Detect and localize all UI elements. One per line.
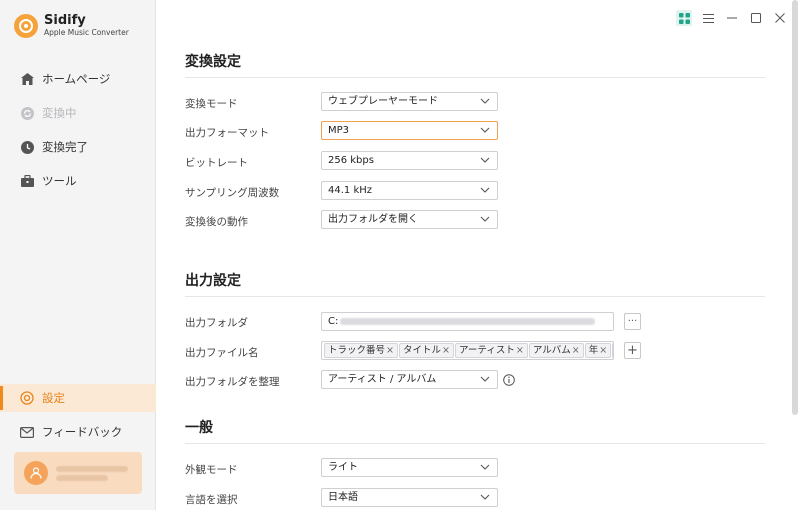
chevron-down-icon — [480, 376, 490, 382]
user-account-card[interactable] — [14, 452, 142, 494]
format-value: MP3 — [328, 125, 350, 136]
mode-select[interactable]: ウェブプレーヤーモード — [321, 92, 498, 111]
sidebar-item-settings[interactable]: 設定 — [0, 384, 156, 412]
mail-icon — [20, 425, 34, 439]
clock-icon — [20, 140, 34, 154]
home-icon — [20, 72, 34, 86]
chevron-down-icon — [480, 494, 490, 500]
after-conversion-select[interactable]: 出力フォルダを開く — [321, 210, 498, 229]
avatar — [24, 461, 48, 485]
sync-icon — [20, 106, 34, 120]
sidebar: Sidify Apple Music Converter ホームページ 変換中 … — [0, 0, 156, 510]
remove-tag-icon[interactable]: × — [386, 345, 394, 356]
sidebar-item-converting[interactable]: 変換中 — [0, 99, 156, 127]
divider — [185, 443, 765, 444]
brand: Sidify Apple Music Converter — [14, 14, 129, 38]
samplerate-label: サンプリング周波数 — [185, 187, 280, 199]
output-folder-value: C: — [328, 316, 339, 327]
samplerate-value: 44.1 kHz — [328, 185, 373, 196]
language-select[interactable]: 日本語 — [321, 488, 498, 507]
filename-tag[interactable]: アルバム× — [528, 343, 584, 358]
general-settings-title: 一般 — [185, 420, 213, 436]
filename-tag[interactable]: トラック番号× — [324, 343, 398, 358]
format-label: 出力フォーマット — [185, 127, 269, 139]
sidebar-item-label: フィードバック — [42, 425, 123, 439]
brand-name: Sidify — [44, 13, 86, 28]
divider — [185, 77, 765, 78]
sidebar-item-label: ホームページ — [42, 72, 111, 86]
sidify-logo-icon — [14, 14, 38, 38]
language-label: 言語を選択 — [185, 494, 238, 506]
chevron-down-icon — [480, 187, 490, 193]
ellipsis-icon: ··· — [627, 316, 638, 327]
appearance-value: ライト — [328, 462, 358, 473]
samplerate-select[interactable]: 44.1 kHz — [321, 181, 498, 200]
settings-icon — [20, 391, 34, 405]
sidebar-item-feedback[interactable]: フィードバック — [0, 418, 156, 446]
output-filename-label: 出力ファイル名 — [185, 347, 259, 359]
language-value: 日本語 — [328, 492, 358, 503]
chevron-down-icon — [480, 127, 490, 133]
toolbox-icon — [20, 174, 34, 188]
chevron-down-icon — [480, 216, 490, 222]
plus-icon: + — [627, 343, 638, 358]
sidebar-item-tools[interactable]: ツール — [0, 167, 156, 195]
sidebar-item-converted[interactable]: 変換完了 — [0, 133, 156, 161]
sidebar-item-label: 変換中 — [42, 106, 77, 120]
add-filename-tag-button[interactable]: + — [624, 342, 641, 359]
sidebar-item-home[interactable]: ホームページ — [0, 65, 156, 93]
output-settings-title: 出力設定 — [185, 273, 241, 289]
user-email-redacted — [56, 463, 128, 484]
filename-tag[interactable]: アーティスト× — [454, 343, 528, 358]
brand-subtitle: Apple Music Converter — [44, 28, 129, 37]
remove-tag-icon[interactable]: × — [599, 345, 607, 356]
settings-panel: 変換設定 変換モード ウェブプレーヤーモード 出力フォーマット MP3 ビットレ… — [156, 0, 788, 510]
chevron-down-icon — [480, 157, 490, 163]
output-filename-tags[interactable]: トラック番号×タイトル×アーティスト×アルバム×年×プ — [321, 341, 614, 360]
mode-value: ウェブプレーヤーモード — [328, 96, 438, 107]
appearance-select[interactable]: ライト — [321, 458, 498, 477]
remove-tag-icon[interactable]: × — [572, 345, 580, 356]
chevron-down-icon — [480, 464, 490, 470]
output-folder-input[interactable]: C: — [321, 312, 614, 331]
scrollbar[interactable] — [792, 0, 798, 415]
organize-folder-select[interactable]: アーティスト / アルバム — [321, 370, 498, 389]
mode-label: 変換モード — [185, 98, 238, 110]
info-icon[interactable] — [503, 374, 515, 386]
remove-tag-icon[interactable]: × — [442, 345, 450, 356]
filename-tag[interactable]: プ — [612, 343, 613, 358]
user-icon — [30, 467, 42, 479]
output-folder-label: 出力フォルダ — [185, 317, 248, 329]
browse-folder-button[interactable]: ··· — [624, 313, 641, 330]
sidebar-item-label: ツール — [42, 174, 77, 188]
sidebar-item-label: 変換完了 — [42, 140, 88, 154]
output-folder-path-redacted — [340, 317, 596, 325]
organize-folder-value: アーティスト / アルバム — [328, 374, 437, 385]
chevron-down-icon — [480, 98, 490, 104]
conversion-settings-title: 変換設定 — [185, 54, 241, 70]
bitrate-value: 256 kbps — [328, 155, 374, 166]
sidebar-item-label: 設定 — [42, 391, 65, 405]
bitrate-select[interactable]: 256 kbps — [321, 151, 498, 170]
format-select[interactable]: MP3 — [321, 121, 498, 140]
organize-folder-label: 出力フォルダを整理 — [185, 376, 280, 388]
divider — [185, 296, 765, 297]
filename-tag[interactable]: 年× — [584, 343, 612, 358]
appearance-label: 外観モード — [185, 464, 238, 476]
filename-tag[interactable]: タイトル× — [398, 343, 454, 358]
after-conversion-label: 変換後の動作 — [185, 216, 248, 228]
bitrate-label: ビットレート — [185, 157, 248, 169]
after-conversion-value: 出力フォルダを開く — [328, 214, 418, 225]
remove-tag-icon[interactable]: × — [516, 345, 524, 356]
